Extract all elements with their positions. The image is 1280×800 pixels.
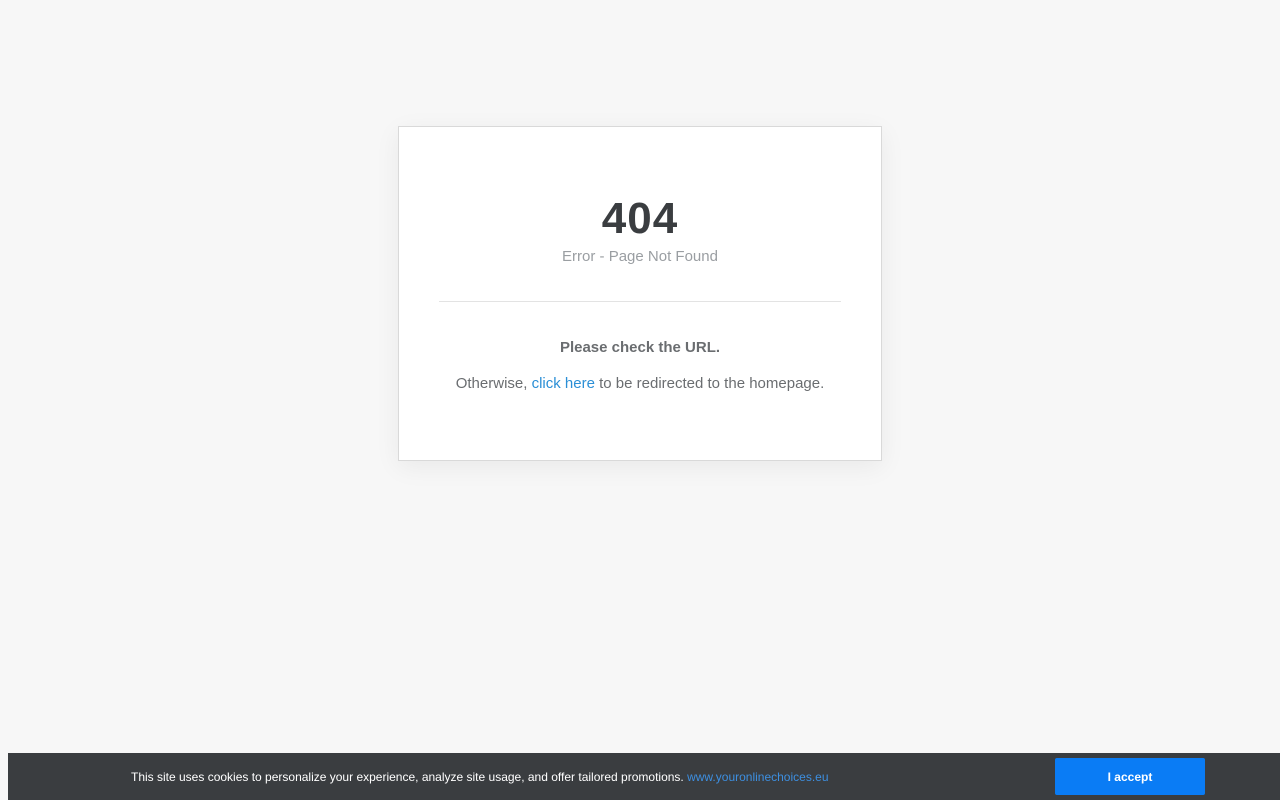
check-url-message: Please check the URL.: [559, 339, 721, 356]
divider: [439, 301, 841, 302]
error-subtitle: Error - Page Not Found: [562, 248, 718, 265]
cookie-banner: This site uses cookies to personalize yo…: [8, 753, 1280, 800]
error-code: 404: [601, 194, 679, 243]
error-page: 404 Error - Page Not Found Please check …: [0, 0, 1280, 800]
error-card: 404 Error - Page Not Found Please check …: [398, 126, 882, 461]
accept-cookies-button[interactable]: I accept: [1055, 758, 1205, 795]
youronlinechoices-link[interactable]: www.youronlinechoices.eu: [687, 770, 828, 784]
cookie-message: This site uses cookies to personalize yo…: [131, 770, 688, 784]
redirect-message: Otherwise, click here to be redirected t…: [399, 374, 881, 394]
homepage-link[interactable]: click here: [532, 375, 595, 392]
redirect-suffix: to be redirected to the homepage.: [594, 375, 825, 392]
cookie-text: This site uses cookies to personalize yo…: [131, 769, 829, 785]
redirect-prefix: Otherwise,: [455, 375, 532, 392]
